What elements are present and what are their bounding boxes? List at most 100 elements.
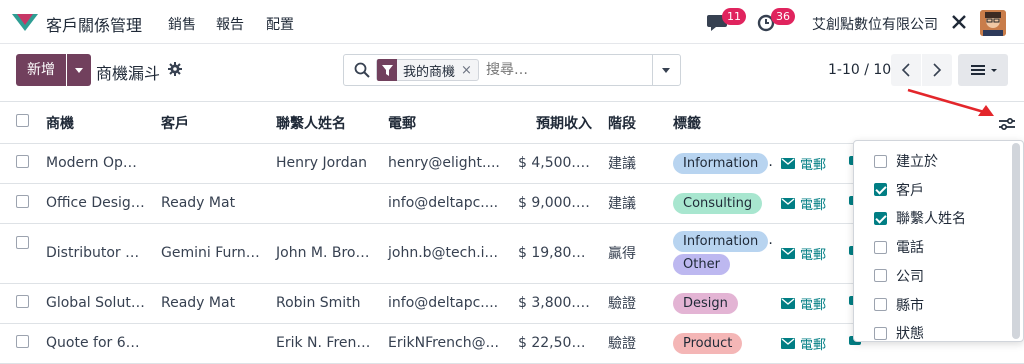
optional-column-checkbox[interactable] xyxy=(874,240,887,254)
tag-badge[interactable]: Design xyxy=(673,292,738,314)
email-action[interactable]: 電郵 xyxy=(781,154,826,173)
optional-column-option[interactable]: 客戶 xyxy=(874,180,924,200)
tools-icon[interactable] xyxy=(950,12,968,32)
opportunity-name: Distributor Co... xyxy=(38,223,153,284)
opportunity-name: Quote for 600... xyxy=(38,323,153,364)
optional-column-checkbox[interactable] xyxy=(874,269,887,283)
expected-revenue: $ 4,500.00 xyxy=(510,143,600,184)
pager-next[interactable] xyxy=(922,54,952,86)
menu-sales[interactable]: 銷售 xyxy=(168,14,196,34)
top-navbar: 客戶關係管理 銷售 報告 配置 11 36 艾創點數位有限公司 xyxy=(0,0,1024,44)
list-view-icon xyxy=(971,65,997,75)
col-actions xyxy=(773,103,841,144)
customer-name: Ready Mat xyxy=(153,183,268,224)
col-customer[interactable]: 客戶 xyxy=(153,103,268,144)
list-view-button[interactable] xyxy=(958,54,1008,86)
opportunity-name: Office Design ... xyxy=(38,183,153,224)
optional-column-checkbox[interactable] xyxy=(874,211,887,225)
email-action[interactable]: 電郵 xyxy=(781,194,826,213)
menu-reports[interactable]: 報告 xyxy=(216,14,244,34)
contact-name: Erik N. French xyxy=(268,323,380,364)
tag-badge[interactable]: Product xyxy=(673,332,743,354)
app-title[interactable]: 客戶關係管理 xyxy=(46,12,142,36)
col-tags[interactable]: 標籤 xyxy=(665,103,773,144)
new-dropdown-toggle[interactable] xyxy=(67,54,91,86)
stage-value: 建議 xyxy=(600,183,665,224)
search-bar: 我的商機 × xyxy=(343,54,681,86)
email-value: henry@elight.... xyxy=(380,143,510,184)
expected-revenue: $ 19,800.00 xyxy=(510,223,600,284)
optional-column-option[interactable]: 電話 xyxy=(874,237,924,257)
optional-column-label: 狀態 xyxy=(896,326,924,343)
optional-column-checkbox[interactable] xyxy=(874,183,887,197)
row-checkbox-cell xyxy=(0,223,38,284)
row-checkbox[interactable] xyxy=(16,154,29,168)
email-action-label: 電郵 xyxy=(800,337,827,353)
col-opportunity[interactable]: 商機 xyxy=(38,103,153,144)
envelope-icon xyxy=(781,197,795,209)
row-checkbox[interactable] xyxy=(16,194,29,208)
optional-column-checkbox[interactable] xyxy=(874,154,887,168)
gear-icon[interactable] xyxy=(168,62,182,76)
messages-badge: 11 xyxy=(722,8,746,25)
row-checkbox-cell xyxy=(0,283,38,324)
pager-value[interactable]: 1-10 / 10 xyxy=(828,62,891,78)
avatar[interactable] xyxy=(980,10,1006,36)
email-action-cell: 電郵 xyxy=(773,223,841,284)
tag-badge[interactable]: Other xyxy=(673,254,730,275)
company-switcher[interactable]: 艾創點數位有限公司 xyxy=(812,14,938,34)
opportunity-name: Global Solutio... xyxy=(38,283,153,324)
col-email[interactable]: 電郵 xyxy=(380,103,510,144)
pager-previous[interactable] xyxy=(891,54,921,86)
row-checkbox[interactable] xyxy=(16,294,29,308)
optional-column-checkbox[interactable] xyxy=(874,298,887,311)
menu-configuration[interactable]: 配置 xyxy=(266,14,294,34)
select-all-checkbox[interactable] xyxy=(16,114,29,128)
new-button[interactable]: 新增 xyxy=(16,54,66,86)
row-checkbox[interactable] xyxy=(16,334,29,348)
activities-badge: 36 xyxy=(771,8,795,25)
contact-name: John M. Brown xyxy=(268,223,380,284)
optional-column-checkbox[interactable] xyxy=(874,326,887,340)
col-stage[interactable]: 階段 xyxy=(600,103,665,144)
email-action-cell: 電郵 xyxy=(773,143,841,184)
expected-revenue: $ 9,000.00 xyxy=(510,183,600,224)
col-contact[interactable]: 聯繫人姓名 xyxy=(268,103,380,144)
email-action[interactable]: 電郵 xyxy=(781,334,826,353)
search-icon[interactable] xyxy=(354,62,370,78)
col-expected-revenue[interactable]: 預期收入 xyxy=(510,103,600,144)
dropdown-scrollbar[interactable] xyxy=(1012,143,1020,339)
row-checkbox[interactable] xyxy=(16,235,29,249)
email-action[interactable]: 電郵 xyxy=(781,294,826,313)
tags-cell: Design xyxy=(665,283,773,324)
email-value: ErikNFrench@... xyxy=(380,323,510,364)
optional-columns-icon[interactable] xyxy=(998,116,1016,132)
customer-name xyxy=(153,323,268,364)
tags-cell: Consulting xyxy=(665,183,773,224)
stage-value: 驗證 xyxy=(600,323,665,364)
email-value: info@deltapc.... xyxy=(380,283,510,324)
search-input[interactable] xyxy=(486,60,646,80)
optional-column-option[interactable]: 聯繫人姓名 xyxy=(874,208,966,228)
email-action[interactable]: 電郵 xyxy=(781,244,826,263)
optional-column-option[interactable]: 公司 xyxy=(874,266,924,286)
opportunity-name: Modern Open ... xyxy=(38,143,153,184)
expected-revenue: $ 22,500.00 xyxy=(510,323,600,364)
optional-column-option[interactable]: 縣市 xyxy=(874,295,924,315)
filter-icon xyxy=(377,59,397,81)
optional-columns-dropdown: 建立於客戶聯繫人姓名電話公司縣市狀態 xyxy=(853,140,1024,342)
email-value: info@deltapc.... xyxy=(380,183,510,224)
app-logo-icon[interactable] xyxy=(12,12,38,32)
tag-badge[interactable]: Consulting xyxy=(673,192,763,214)
search-options-toggle[interactable] xyxy=(652,55,680,85)
customer-name xyxy=(153,143,268,184)
email-action-cell: 電郵 xyxy=(773,283,841,324)
tag-badge[interactable]: Information xyxy=(673,152,769,174)
row-checkbox-cell xyxy=(0,323,38,364)
email-action-label: 電郵 xyxy=(800,247,827,263)
optional-column-option[interactable]: 狀態 xyxy=(874,323,924,343)
optional-column-label: 電話 xyxy=(896,240,924,257)
optional-column-option[interactable]: 建立於 xyxy=(874,151,938,171)
facet-remove-icon[interactable]: × xyxy=(461,63,478,78)
tag-badge[interactable]: Information xyxy=(673,231,769,252)
